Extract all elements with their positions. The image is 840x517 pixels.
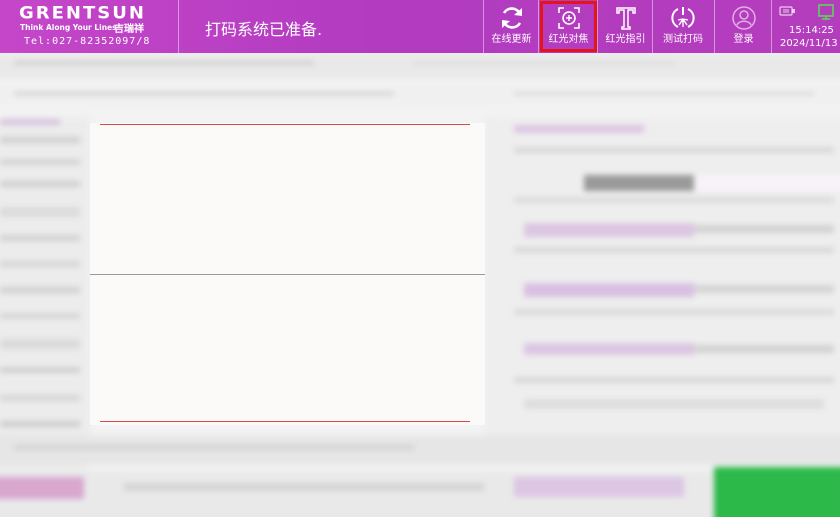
test-marking-button[interactable]: 测试打码 xyxy=(652,0,713,53)
red-light-focus-label: 红光对焦 xyxy=(548,34,589,45)
system-status: 15:14:25 2024/11/13 xyxy=(771,0,840,53)
online-update-button[interactable]: 在线更新 xyxy=(483,0,539,53)
focus-target-icon xyxy=(557,7,580,29)
online-update-label: 在线更新 xyxy=(491,34,532,45)
usb-icon xyxy=(779,6,795,16)
clock-time: 15:14:25 xyxy=(789,25,834,36)
status-message: 打码系统已准备. xyxy=(205,20,323,39)
login-label: 登录 xyxy=(733,34,754,45)
laser-test-icon xyxy=(671,7,695,28)
red-light-guide-button[interactable]: 红光指引 xyxy=(597,0,653,53)
refresh-icon xyxy=(501,7,522,29)
top-toolbar: GRENTSUN Think Along Your Lines 吉瑞祥 Tel:… xyxy=(0,0,840,53)
logo-slogan: Think Along Your Lines xyxy=(20,23,117,32)
red-light-guide-label: 红光指引 xyxy=(605,34,646,45)
logo-phone: Tel:027-82352097/8 xyxy=(24,36,151,47)
canvas-center-line xyxy=(90,274,485,275)
company-logo: GRENTSUN Think Along Your Lines 吉瑞祥 Tel:… xyxy=(0,0,179,53)
login-button[interactable]: 登录 xyxy=(714,0,772,53)
main-workspace xyxy=(0,53,840,517)
text-t-icon xyxy=(615,7,636,30)
test-marking-label: 测试打码 xyxy=(663,34,703,45)
red-light-focus-button[interactable]: 红光对焦 xyxy=(538,0,598,53)
clock-date: 2024/11/13 xyxy=(780,38,838,49)
logo-brand-cn: 吉瑞祥 xyxy=(114,24,144,35)
canvas-bottom-guide xyxy=(100,421,470,422)
network-icon xyxy=(818,4,834,20)
canvas-top-guide xyxy=(100,124,470,125)
user-icon xyxy=(731,6,756,30)
